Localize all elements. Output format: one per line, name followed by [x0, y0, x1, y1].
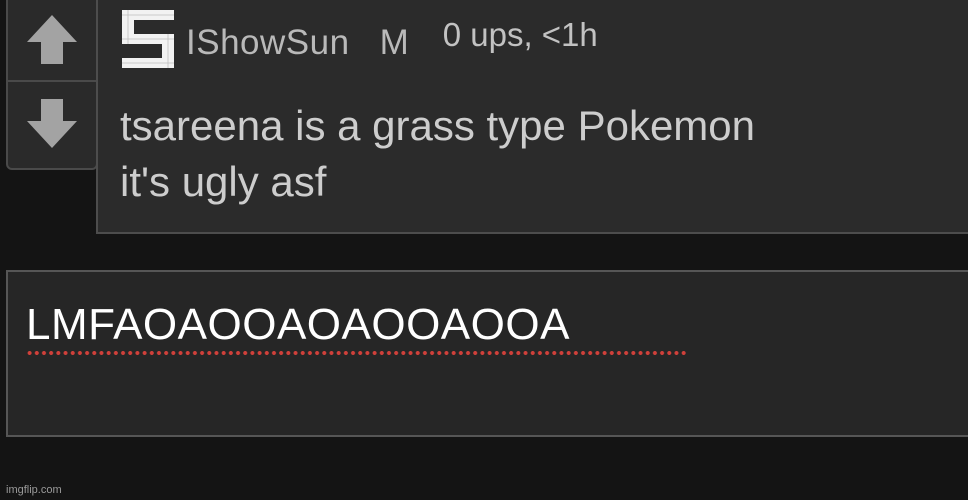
vote-column [6, 0, 98, 170]
downvote-button[interactable] [8, 82, 96, 166]
reply-input-value: LMFAOAOOAOAOOAOOA [26, 300, 570, 349]
comment-header: IShowSun M 0 ups, <1h [120, 4, 598, 74]
comment-card: IShowSun M 0 ups, <1h tsareena is a gras… [96, 0, 968, 234]
comment-meta: 0 ups, <1h [442, 16, 598, 53]
watermark: imgflip.com [6, 484, 62, 496]
arrow-up-icon [27, 15, 77, 64]
reply-input[interactable]: LMFAOAOOAOAOOAOOA [6, 270, 968, 437]
page: IShowSun M 0 ups, <1h tsareena is a gras… [0, 0, 968, 500]
upvote-button[interactable] [8, 0, 96, 82]
comment-line: it's ugly asf [120, 158, 327, 205]
username-link[interactable]: IShowSun [186, 15, 350, 63]
arrow-down-icon [27, 99, 77, 148]
comment-text: tsareena is a grass type Pokemon it's ug… [120, 98, 755, 210]
spellcheck-underline [26, 350, 688, 356]
comment-line: tsareena is a grass type Pokemon [120, 102, 756, 149]
gender-label: M [379, 23, 409, 62]
avatar[interactable] [120, 6, 176, 72]
